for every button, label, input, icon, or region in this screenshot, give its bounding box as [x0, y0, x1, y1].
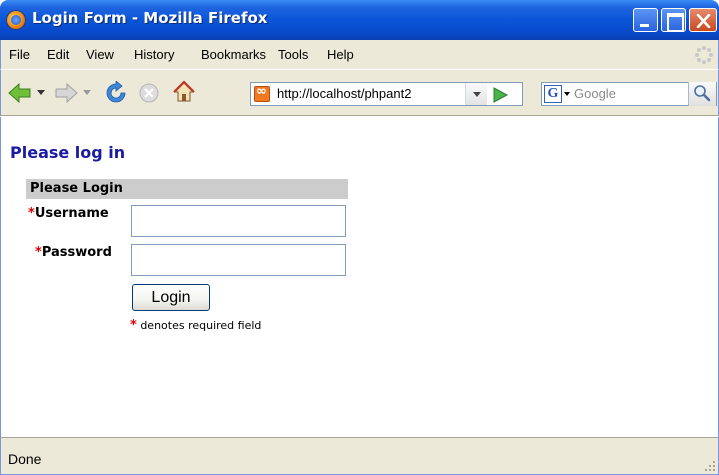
throbber-icon [695, 46, 713, 64]
home-icon[interactable] [172, 80, 196, 104]
required-marker: * [130, 318, 137, 333]
menu-view[interactable]: View [86, 47, 114, 62]
status-bar: Done [0, 437, 719, 475]
required-marker: * [28, 206, 35, 221]
form-header: Please Login [26, 179, 348, 199]
url-history-dropdown[interactable] [465, 83, 487, 105]
address-bar[interactable]: http://localhost/phpant2 [250, 82, 523, 106]
go-arrow-icon[interactable] [491, 86, 509, 104]
back-history-dropdown-icon[interactable] [37, 90, 45, 96]
navigation-toolbar: http://localhost/phpant2 G [0, 69, 719, 116]
password-field[interactable] [131, 244, 346, 276]
menu-bar: File Edit View History Bookmarks Tools H… [0, 40, 719, 69]
stop-icon[interactable] [138, 82, 160, 104]
search-engine-selector[interactable]: G [544, 85, 562, 103]
menu-edit[interactable]: Edit [47, 47, 69, 62]
search-engine-dropdown-icon[interactable] [564, 92, 570, 96]
page-title: Please log in [10, 143, 126, 162]
window-title: Login Form - Mozilla Firefox [32, 9, 268, 27]
username-label-text: Username [34, 206, 109, 221]
maximize-button[interactable] [661, 8, 686, 32]
password-label: *Password [35, 245, 112, 260]
required-note-text: denotes required field [140, 319, 262, 332]
required-marker: * [35, 245, 42, 260]
close-icon [696, 14, 711, 28]
search-input[interactable] [574, 86, 684, 101]
firefox-logo-icon [6, 10, 26, 30]
login-button[interactable]: Login [132, 284, 210, 311]
username-field[interactable] [131, 205, 346, 237]
url-text[interactable]: http://localhost/phpant2 [277, 86, 465, 101]
password-label-text: Password [41, 245, 112, 260]
forward-history-dropdown-icon[interactable] [83, 90, 91, 96]
magnifier-icon [694, 85, 711, 102]
menu-bookmarks[interactable]: Bookmarks [201, 47, 266, 62]
chevron-down-icon [473, 92, 481, 97]
search-box[interactable]: G [541, 82, 717, 106]
search-button[interactable] [688, 82, 716, 106]
menu-help[interactable]: Help [327, 47, 354, 62]
reload-icon[interactable] [104, 81, 128, 105]
username-label: *Username [28, 206, 109, 221]
status-text: Done [8, 451, 42, 467]
required-field-note: * denotes required field [130, 318, 261, 333]
menu-file[interactable]: File [9, 47, 30, 62]
close-button[interactable] [689, 8, 717, 32]
resize-grip-icon[interactable] [702, 458, 716, 472]
menu-tools[interactable]: Tools [278, 47, 308, 62]
forward-arrow-icon[interactable] [53, 82, 79, 104]
minimize-button[interactable] [633, 8, 658, 32]
back-arrow-icon[interactable] [7, 82, 33, 104]
menu-history[interactable]: History [134, 47, 174, 62]
title-bar[interactable]: Login Form - Mozilla Firefox [0, 0, 719, 40]
page-content: Please log in Please Login *Username *Pa… [0, 117, 719, 437]
site-favicon-icon [254, 84, 270, 102]
